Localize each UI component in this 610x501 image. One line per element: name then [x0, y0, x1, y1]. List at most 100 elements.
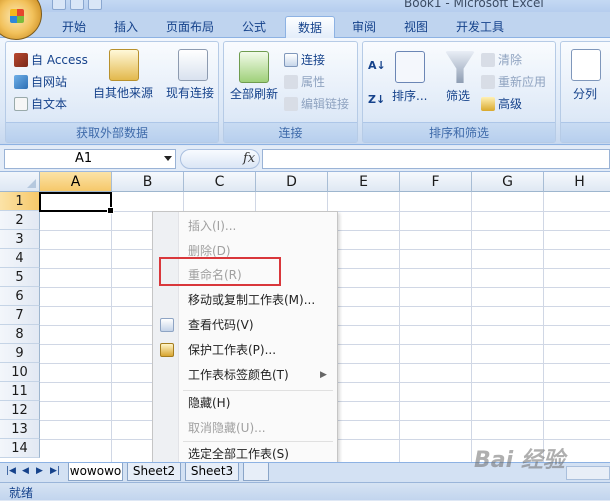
title-bar: Book1 - Microsoft Excel: [0, 0, 610, 12]
sort-label: 排序...: [392, 89, 428, 103]
row-header[interactable]: 12: [0, 401, 40, 420]
group-label-external: 获取外部数据: [6, 122, 218, 142]
tab-insert[interactable]: 插入: [104, 16, 148, 38]
advanced-filter-icon: [481, 96, 495, 111]
row-header[interactable]: 7: [0, 306, 40, 325]
gridline: [399, 192, 400, 462]
clear-button[interactable]: 清除: [481, 51, 522, 68]
sort-descending-icon[interactable]: Z↓: [368, 93, 385, 106]
name-box[interactable]: A1: [4, 149, 176, 169]
insert-function-icon[interactable]: fx: [243, 151, 255, 166]
clear-filter-icon: [481, 52, 495, 67]
column-header[interactable]: F: [400, 172, 472, 192]
from-web-button[interactable]: 自网站: [14, 73, 67, 90]
text-to-columns-button[interactable]: 分列: [573, 85, 597, 102]
connections-button[interactable]: 连接: [284, 51, 325, 68]
group-label-connections: 连接: [224, 122, 357, 142]
row-header[interactable]: 11: [0, 382, 40, 401]
properties-button[interactable]: 属性: [284, 73, 325, 90]
sheet-tab-wowowo[interactable]: wowowo: [68, 463, 123, 481]
sort-ascending-icon[interactable]: A↓: [368, 59, 386, 72]
from-text-button[interactable]: 自文本: [14, 95, 67, 112]
from-access-button[interactable]: 自 Access: [14, 51, 88, 68]
reapply-button[interactable]: 重新应用: [481, 73, 546, 90]
group-connections: 全部刷新 连接 属性 编辑链接 连接: [223, 41, 358, 143]
save-icon[interactable]: [52, 0, 66, 10]
last-sheet-icon[interactable]: ▶|: [50, 466, 60, 476]
row-header[interactable]: 4: [0, 249, 40, 268]
existing-connections-icon: [178, 49, 208, 81]
row-header[interactable]: 10: [0, 363, 40, 382]
redo-icon[interactable]: [88, 0, 102, 10]
first-sheet-icon[interactable]: |◀: [6, 466, 16, 476]
column-header[interactable]: G: [472, 172, 544, 192]
refresh-all-button[interactable]: 全部刷新: [230, 85, 278, 102]
select-all-corner[interactable]: [0, 172, 40, 192]
menu-item-view-code[interactable]: 查看代码(V): [188, 314, 254, 336]
gridline: [543, 192, 544, 462]
column-header[interactable]: H: [544, 172, 610, 192]
tab-page-layout[interactable]: 页面布局: [156, 16, 224, 38]
menu-item-unhide[interactable]: 取消隐藏(U)...: [188, 417, 266, 439]
insert-sheet-icon[interactable]: [243, 463, 269, 481]
horizontal-scrollbar[interactable]: [566, 466, 610, 480]
connections-label: 连接: [301, 53, 326, 67]
column-header[interactable]: A: [40, 172, 112, 192]
group-label-sort-filter: 排序和筛选: [363, 122, 555, 142]
advanced-button[interactable]: 高级: [481, 95, 522, 112]
sheet-tab-sheet3[interactable]: Sheet3: [185, 463, 239, 481]
sheet-tab-sheet2[interactable]: Sheet2: [127, 463, 181, 481]
tab-developer[interactable]: 开发工具: [446, 16, 514, 38]
existing-connections-button[interactable]: 现有连接: [166, 84, 214, 101]
row-header[interactable]: 6: [0, 287, 40, 306]
text-file-icon: [14, 96, 28, 111]
active-cell-a1[interactable]: [39, 192, 114, 214]
menu-item-protect-sheet[interactable]: 保护工作表(P)...: [188, 339, 276, 361]
row-header[interactable]: 9: [0, 344, 40, 363]
edit-links-label: 编辑链接: [301, 97, 350, 111]
annotation-highlight-box: [159, 257, 281, 286]
edit-links-button[interactable]: 编辑链接: [284, 95, 349, 112]
from-web-label: 自网站: [31, 75, 68, 89]
clear-label: 清除: [498, 53, 523, 67]
sheet-tab-context-menu: 插入(I)... 删除(D) 重命名(R) 移动或复制工作表(M)... 查看代…: [152, 211, 338, 467]
row-header[interactable]: 8: [0, 325, 40, 344]
menu-item-hide[interactable]: 隐藏(H): [188, 392, 230, 414]
tab-review[interactable]: 审阅: [342, 16, 386, 38]
name-box-value: A1: [75, 151, 93, 166]
tab-home[interactable]: 开始: [52, 16, 96, 38]
row-header[interactable]: 5: [0, 268, 40, 287]
sort-button[interactable]: 排序...: [392, 87, 427, 104]
watermark: Bai 经验: [474, 448, 565, 473]
row-header[interactable]: 14: [0, 439, 40, 458]
menu-item-insert[interactable]: 插入(I)...: [188, 215, 236, 237]
menu-item-move-copy[interactable]: 移动或复制工作表(M)...: [188, 289, 315, 311]
tab-data[interactable]: 数据: [285, 16, 335, 38]
row-header[interactable]: 13: [0, 420, 40, 439]
row-header[interactable]: 3: [0, 230, 40, 249]
refresh-icon: [239, 51, 269, 83]
from-text-label: 自文本: [31, 97, 68, 111]
prev-sheet-icon[interactable]: ◀: [22, 466, 29, 476]
column-header[interactable]: C: [184, 172, 256, 192]
tab-color-label: 工作表标签颜色(T): [188, 368, 289, 382]
sort-az-icon: [395, 51, 425, 83]
advanced-label: 高级: [498, 97, 523, 111]
menu-item-tab-color[interactable]: 工作表标签颜色(T) ▶: [188, 364, 327, 386]
next-sheet-icon[interactable]: ▶: [36, 466, 43, 476]
other-sources-button[interactable]: 自其他来源: [93, 84, 153, 101]
access-icon: [14, 52, 28, 67]
column-header[interactable]: B: [112, 172, 184, 192]
group-data-tools: 分列: [560, 41, 610, 143]
chevron-down-icon[interactable]: [164, 156, 172, 161]
column-header[interactable]: E: [328, 172, 400, 192]
column-header[interactable]: D: [256, 172, 328, 192]
row-header[interactable]: 1: [0, 192, 40, 211]
menu-separator: [183, 390, 333, 391]
formula-input[interactable]: [262, 149, 610, 169]
tab-view[interactable]: 视图: [394, 16, 438, 38]
tab-formulas[interactable]: 公式: [232, 16, 276, 38]
filter-button[interactable]: 筛选: [446, 87, 470, 104]
row-header[interactable]: 2: [0, 211, 40, 230]
undo-icon[interactable]: [70, 0, 84, 10]
